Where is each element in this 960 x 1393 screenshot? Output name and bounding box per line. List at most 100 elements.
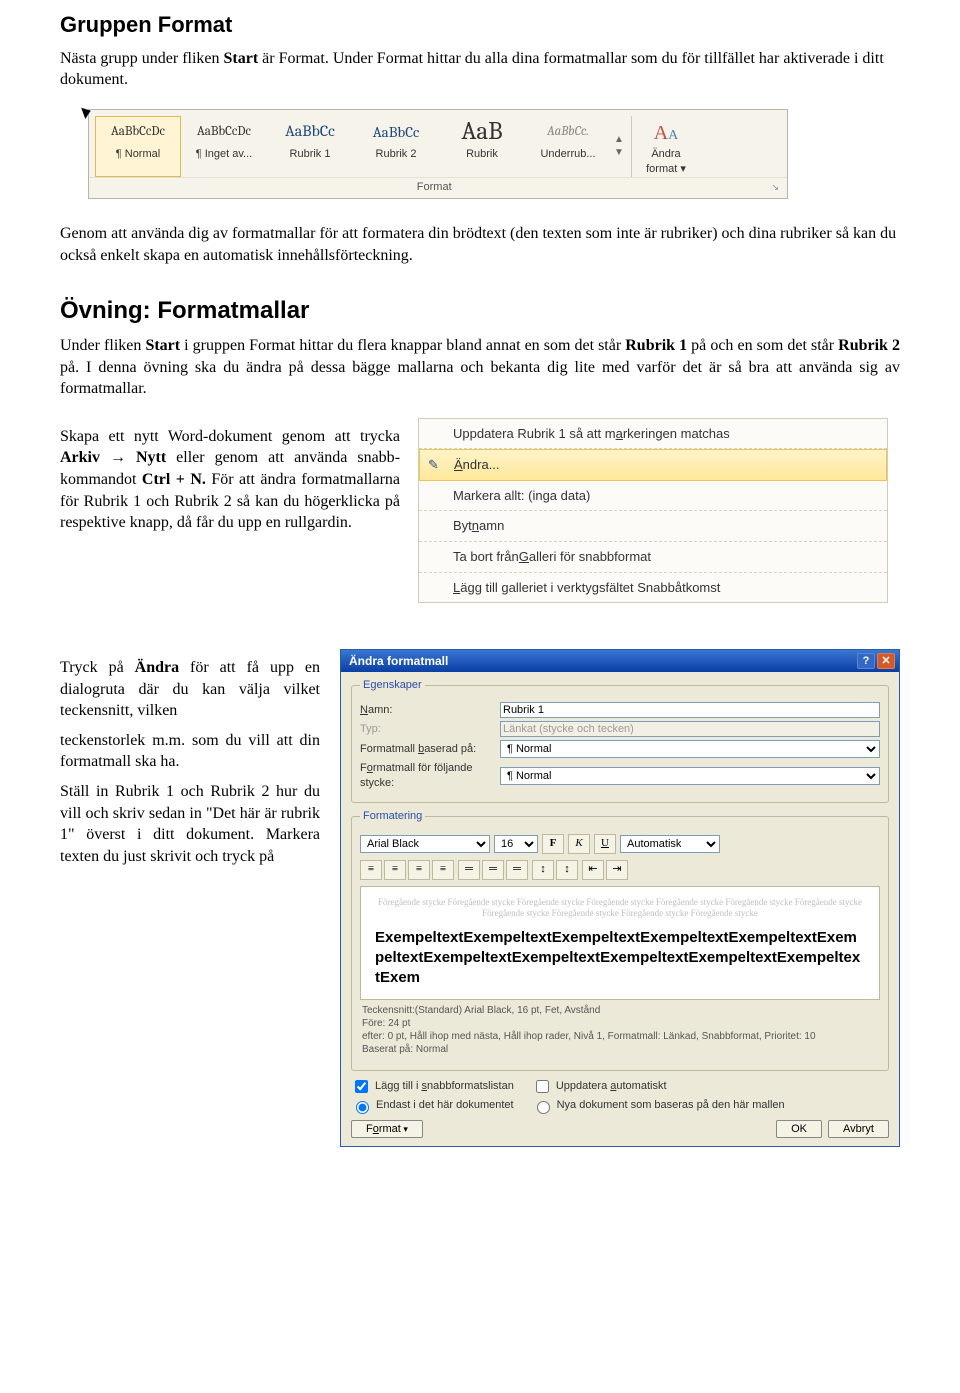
space-before-dec-button[interactable]: ↕ bbox=[556, 860, 578, 880]
style-normal[interactable]: AaBbCcDc ¶ Normal bbox=[95, 116, 181, 177]
text: på och en som det står bbox=[687, 337, 838, 354]
align-right-button[interactable]: ≡ bbox=[408, 860, 430, 880]
line-spacing-1-button[interactable]: ═ bbox=[458, 860, 480, 880]
line-spacing-15-button[interactable]: ═ bbox=[482, 860, 504, 880]
text: Uppdatera Rubrik 1 så att m bbox=[453, 425, 616, 443]
style-name: ¶ Normal bbox=[100, 147, 176, 162]
menu-select-all[interactable]: Markera allt: (inga data) bbox=[419, 481, 887, 512]
chevron-down-icon: ▲▼ bbox=[614, 133, 624, 160]
intro-paragraph: Nästa grupp under fliken Start är Format… bbox=[60, 48, 900, 91]
dialog-title: Ändra formatmall bbox=[349, 653, 448, 669]
underline-button[interactable]: U bbox=[594, 834, 616, 854]
styles-more-button[interactable]: ▲▼ bbox=[611, 116, 627, 177]
paragraph-5: Tryck på Ändra för att få upp en dialogr… bbox=[60, 657, 320, 722]
text: på. I denna övning ska du ändra på dessa… bbox=[60, 359, 900, 398]
text: Nästa grupp under fliken bbox=[60, 50, 224, 67]
based-label: Formatmall baserad på: bbox=[360, 742, 500, 757]
new-docs-radio[interactable]: Nya dokument som baseras på den här mall… bbox=[532, 1098, 785, 1114]
style-preview: AaBbCcDc bbox=[100, 119, 176, 145]
style-preview: AaBbCc. bbox=[530, 119, 606, 145]
size-select[interactable]: 16 bbox=[494, 835, 538, 853]
paragraph-4: Skapa ett nytt Word-dokument genom att t… bbox=[60, 426, 400, 534]
align-left-button[interactable]: ≡ bbox=[360, 860, 382, 880]
text: Byt bbox=[453, 517, 472, 535]
indent-inc-button[interactable]: ⇥ bbox=[606, 860, 628, 880]
style-heading2[interactable]: AaBbCc Rubrik 2 bbox=[353, 116, 439, 177]
formatting-group: Formatering Arial Black 16 F K U Automat… bbox=[351, 809, 889, 1071]
bold-start: Start bbox=[224, 50, 259, 67]
this-doc-radio[interactable]: Endast i det här dokumentet bbox=[351, 1098, 514, 1114]
add-quickstyle-checkbox[interactable]: Lägg till i snabbformatslistan bbox=[351, 1077, 514, 1096]
name-label: Namn: bbox=[360, 703, 500, 718]
text: amn bbox=[479, 517, 504, 535]
change-styles-button[interactable]: AA Ändra format ▾ bbox=[636, 116, 696, 177]
next-label: Formatmall för följande stycke: bbox=[360, 761, 500, 791]
page-title: Gruppen Format bbox=[60, 10, 900, 40]
label: Ändra bbox=[636, 147, 696, 162]
info-line: Baserat på: Normal bbox=[362, 1043, 878, 1056]
paragraph-3: Under fliken Start i gruppen Format hitt… bbox=[60, 335, 900, 400]
text: Markera allt: (inga data) bbox=[453, 487, 590, 505]
close-button[interactable]: ✕ bbox=[877, 653, 895, 669]
menu-add-qat[interactable]: Lägg till galleriet i verktygsfältet Sna… bbox=[419, 573, 887, 603]
menu-rename[interactable]: Byt namn bbox=[419, 511, 887, 542]
help-button[interactable]: ? bbox=[857, 653, 875, 669]
text: rkeringen matchas bbox=[623, 425, 730, 443]
style-no-spacing[interactable]: AaBbCcDc ¶ Inget av... bbox=[181, 116, 267, 177]
hotkey: a bbox=[616, 425, 623, 443]
bold: Rubrik 1 bbox=[625, 337, 687, 354]
type-label: Typ: bbox=[360, 722, 500, 737]
menu-modify[interactable]: ✎ Ändra... bbox=[419, 449, 887, 481]
separator bbox=[631, 116, 632, 177]
name-input[interactable] bbox=[500, 702, 880, 718]
style-preview: AaB bbox=[444, 119, 520, 145]
text: Skapa ett nytt Word-dokument genom att t… bbox=[60, 428, 400, 445]
bold: Ändra bbox=[135, 659, 179, 676]
bold-button[interactable]: F bbox=[542, 834, 564, 854]
format-button[interactable]: Format bbox=[351, 1120, 423, 1138]
text: i gruppen Format hittar du flera knappar… bbox=[180, 337, 625, 354]
ribbon-group-label: Format bbox=[417, 180, 452, 195]
style-title[interactable]: AaB Rubrik bbox=[439, 116, 525, 177]
auto-update-checkbox[interactable]: Uppdatera automatiskt bbox=[532, 1077, 667, 1096]
context-menu: Uppdatera Rubrik 1 så att markeringen ma… bbox=[418, 418, 888, 603]
style-subtitle[interactable]: AaBbCc. Underrub... bbox=[525, 116, 611, 177]
space-before-inc-button[interactable]: ↕ bbox=[532, 860, 554, 880]
text: ndra... bbox=[463, 456, 500, 474]
style-name: Rubrik 2 bbox=[358, 147, 434, 162]
preview-box: Föregående stycke Föregående stycke Före… bbox=[360, 886, 880, 1000]
menu-remove-gallery[interactable]: Ta bort från Galleri för snabbformat bbox=[419, 542, 887, 573]
style-name: ¶ Inget av... bbox=[186, 147, 262, 162]
dialog-launcher-icon[interactable]: ↘ bbox=[771, 181, 779, 193]
italic-button[interactable]: K bbox=[568, 834, 590, 854]
info-line: efter: 0 pt, Håll ihop med nästa, Håll i… bbox=[362, 1030, 878, 1043]
style-heading1[interactable]: AaBbCc Rubrik 1 bbox=[267, 116, 353, 177]
menu-update[interactable]: Uppdatera Rubrik 1 så att markeringen ma… bbox=[419, 419, 887, 450]
cancel-button[interactable]: Avbryt bbox=[828, 1120, 889, 1138]
line-spacing-2-button[interactable]: ═ bbox=[506, 860, 528, 880]
style-description: Teckensnitt:(Standard) Arial Black, 16 p… bbox=[360, 1000, 880, 1062]
info-line: Teckensnitt:(Standard) Arial Black, 16 p… bbox=[362, 1004, 878, 1017]
next-style-select[interactable]: ¶ Normal bbox=[500, 767, 880, 785]
type-select bbox=[500, 721, 880, 737]
paragraph-7: Ställ in Rubrik 1 och Rubrik 2 hur du vi… bbox=[60, 781, 320, 867]
style-name: Rubrik 1 bbox=[272, 147, 348, 162]
paragraph-2: Genom att använda dig av formatmallar fö… bbox=[60, 223, 900, 266]
ok-button[interactable]: OK bbox=[776, 1120, 822, 1138]
style-preview: AaBbCcDc bbox=[186, 119, 262, 145]
hotkey: Ä bbox=[454, 456, 463, 474]
align-center-button[interactable]: ≡ bbox=[384, 860, 406, 880]
label: format ▾ bbox=[636, 162, 696, 177]
align-justify-button[interactable]: ≡ bbox=[432, 860, 454, 880]
dialog-titlebar[interactable]: Ändra formatmall ? ✕ bbox=[341, 650, 899, 672]
properties-group: Egenskaper Namn: Typ: Formatmall baserad… bbox=[351, 678, 889, 803]
legend: Formatering bbox=[360, 809, 425, 824]
based-on-select[interactable]: ¶ Normal bbox=[500, 740, 880, 758]
style-preview: AaBbCc bbox=[272, 119, 348, 145]
bold: Ctrl + N. bbox=[142, 471, 206, 488]
font-select[interactable]: Arial Black bbox=[360, 835, 490, 853]
color-select[interactable]: Automatisk bbox=[620, 835, 720, 853]
bold: Start bbox=[145, 337, 180, 354]
indent-dec-button[interactable]: ⇤ bbox=[582, 860, 604, 880]
info-line: Före: 24 pt bbox=[362, 1017, 878, 1030]
